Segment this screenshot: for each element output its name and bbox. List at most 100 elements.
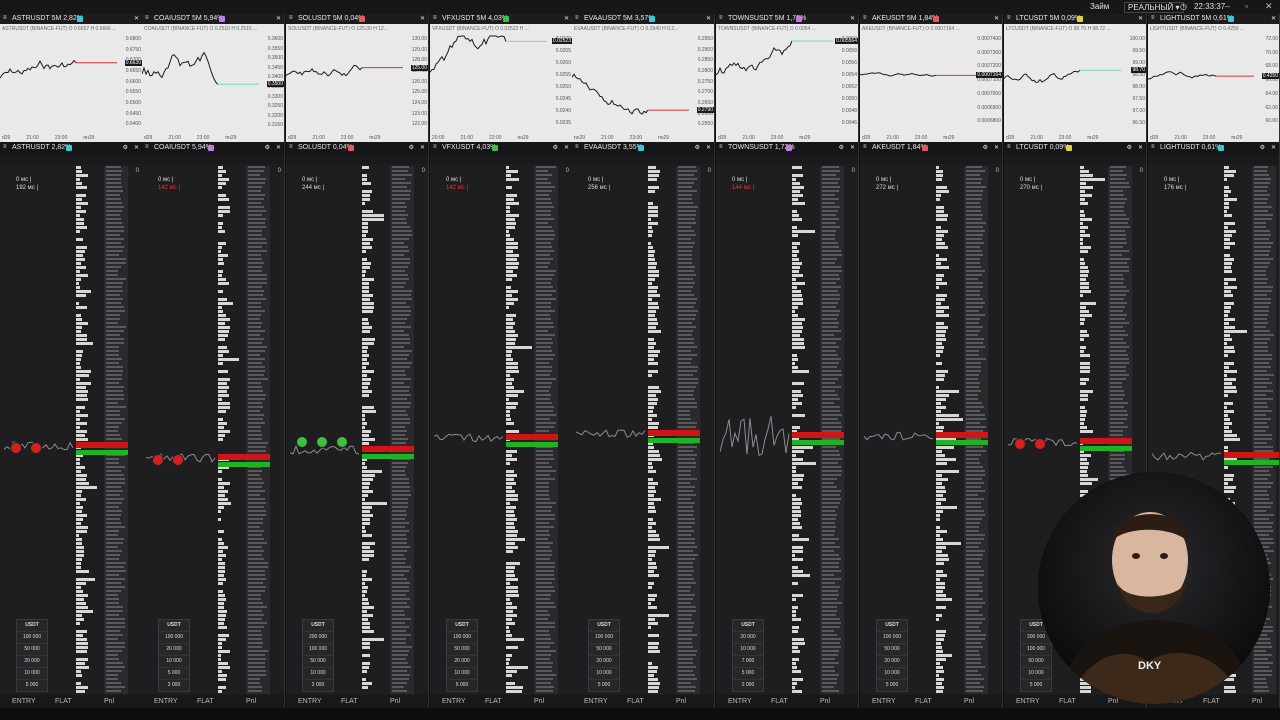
order-size-option[interactable]: 10 000 bbox=[733, 643, 763, 655]
order-book-panel[interactable]: ≡ COAIUSDT 5,94% ⚙ ✕ 0 мс | 142 мс | 0 US… bbox=[142, 142, 285, 708]
panel-menu-icon[interactable]: ≡ bbox=[1007, 144, 1011, 150]
order-size-option[interactable]: 10 000 bbox=[447, 667, 477, 679]
order-size-option[interactable]: 200 000 bbox=[303, 631, 333, 643]
order-size-option[interactable]: 10 000 bbox=[877, 667, 907, 679]
chart-close-icon[interactable]: ✕ bbox=[994, 15, 999, 22]
entry-button[interactable]: ENTRY bbox=[1016, 698, 1040, 705]
panel-close-icon[interactable]: ✕ bbox=[420, 144, 425, 151]
order-book-toolbar[interactable] bbox=[1004, 154, 1146, 164]
price-ladder[interactable] bbox=[534, 166, 558, 694]
order-size-option[interactable]: 2 000 bbox=[303, 679, 333, 691]
order-size-option[interactable]: 50 000 bbox=[17, 643, 47, 655]
price-chart[interactable]: ≡ EVAAUSDT 5M 3,57% ✕ EVAAUSDT (BINANCE-… bbox=[572, 14, 715, 142]
panel-menu-icon[interactable]: ≡ bbox=[289, 144, 293, 150]
order-size-option[interactable]: 100 000 bbox=[877, 631, 907, 643]
price-ladder[interactable] bbox=[104, 166, 128, 694]
chart-close-icon[interactable]: ✕ bbox=[420, 15, 425, 22]
chart-menu-icon[interactable]: ≡ bbox=[1151, 15, 1155, 21]
chart-menu-icon[interactable]: ≡ bbox=[575, 15, 579, 21]
order-size-option[interactable]: 50 000 bbox=[303, 655, 333, 667]
panel-menu-icon[interactable]: ≡ bbox=[719, 144, 723, 150]
order-size-option[interactable]: 2 000 bbox=[159, 679, 189, 691]
order-size-option[interactable]: 5 000 bbox=[17, 679, 47, 691]
flat-button[interactable]: FLAT bbox=[485, 698, 502, 705]
order-size-option[interactable]: 20 000 bbox=[159, 643, 189, 655]
order-size-option[interactable]: 100 000 bbox=[447, 631, 477, 643]
settings-icon[interactable]: ⚙ bbox=[839, 144, 844, 151]
panel-close-icon[interactable]: ✕ bbox=[994, 144, 999, 151]
order-size-option[interactable]: 2 000 bbox=[733, 679, 763, 691]
order-size-option[interactable]: 100 000 bbox=[1021, 643, 1051, 655]
chart-close-icon[interactable]: ✕ bbox=[1271, 15, 1276, 22]
flat-button[interactable]: FLAT bbox=[771, 698, 788, 705]
order-book-panel[interactable]: ≡ TOWNSUSDT 1,72% ⚙ ✕ 0 мс | 144 мс | 0U… bbox=[716, 142, 859, 708]
chart-close-icon[interactable]: ✕ bbox=[276, 15, 281, 22]
chart-close-icon[interactable]: ✕ bbox=[1138, 15, 1143, 22]
order-size-option[interactable]: 10 000 bbox=[589, 667, 619, 679]
price-ladder[interactable] bbox=[820, 166, 844, 694]
order-book-panel[interactable]: ≡ ASTRUSDT 2,82% ⚙ ✕ 0 мс | 192 мс | 0 US… bbox=[0, 142, 143, 708]
chart-menu-icon[interactable]: ≡ bbox=[1007, 15, 1011, 21]
panel-close-icon[interactable]: ✕ bbox=[1271, 144, 1276, 151]
order-size-option[interactable]: 20 000 bbox=[877, 655, 907, 667]
panel-menu-icon[interactable]: ≡ bbox=[1151, 144, 1155, 150]
entry-button[interactable]: ENTRY bbox=[728, 698, 752, 705]
chart-menu-icon[interactable]: ≡ bbox=[289, 15, 293, 21]
order-book-toolbar[interactable] bbox=[0, 154, 142, 164]
flat-button[interactable]: FLAT bbox=[55, 698, 72, 705]
settings-icon[interactable]: ⚙ bbox=[1127, 144, 1132, 151]
chart-close-icon[interactable]: ✕ bbox=[564, 15, 569, 22]
chart-menu-icon[interactable]: ≡ bbox=[863, 15, 867, 21]
price-chart[interactable]: ≡ TOWNSUSDT 5M 1,72% ✕ TOWNSUSDT (BINANC… bbox=[716, 14, 859, 142]
settings-icon[interactable]: ⚙ bbox=[553, 144, 558, 151]
order-size-option[interactable]: 50 000 bbox=[589, 643, 619, 655]
panel-close-icon[interactable]: ✕ bbox=[706, 144, 711, 151]
order-size-option[interactable]: 20 000 bbox=[17, 655, 47, 667]
mode-select[interactable]: РЕАЛЬНЫЙ ▾ bbox=[1124, 2, 1184, 13]
panel-menu-icon[interactable]: ≡ bbox=[145, 144, 149, 150]
order-size-option[interactable]: 5 000 bbox=[1021, 679, 1051, 691]
entry-button[interactable]: ENTRY bbox=[154, 698, 178, 705]
order-size-option[interactable]: 5 000 bbox=[447, 679, 477, 691]
panel-menu-icon[interactable]: ≡ bbox=[433, 144, 437, 150]
flat-button[interactable]: FLAT bbox=[915, 698, 932, 705]
price-chart[interactable]: ≡ COAIUSDT 5M 5,94% ✕ COAIUSDT (BINANCE-… bbox=[142, 14, 285, 142]
maximize-icon[interactable]: ▫ bbox=[1245, 1, 1248, 11]
panel-close-icon[interactable]: ✕ bbox=[276, 144, 281, 151]
settings-icon[interactable]: ⚙ bbox=[1260, 144, 1265, 151]
order-size-option[interactable]: 100 000 bbox=[159, 631, 189, 643]
price-ladder[interactable] bbox=[964, 166, 988, 694]
order-size-option[interactable]: 50 000 bbox=[877, 643, 907, 655]
order-book-panel[interactable]: ≡ SOLUSDT 0,04% ⚙ ✕ 0 мс | 244 мс | 0 USD… bbox=[286, 142, 429, 708]
order-book-toolbar[interactable] bbox=[142, 154, 284, 164]
order-size-option[interactable]: 7 000 bbox=[733, 655, 763, 667]
flat-button[interactable]: FLAT bbox=[627, 698, 644, 705]
chart-menu-icon[interactable]: ≡ bbox=[3, 15, 7, 21]
close-icon[interactable]: ✕ bbox=[1265, 1, 1273, 12]
order-size-option[interactable]: 20 000 bbox=[733, 631, 763, 643]
order-size-option[interactable]: 5 000 bbox=[589, 679, 619, 691]
chart-menu-icon[interactable]: ≡ bbox=[719, 15, 723, 21]
price-ladder[interactable] bbox=[246, 166, 270, 694]
settings-icon[interactable]: ⚙ bbox=[695, 144, 700, 151]
order-book-panel[interactable]: ≡ AKEUSDT 1,84% ⚙ ✕ 0 мс | 272 мс | 0 USD… bbox=[860, 142, 1003, 708]
entry-button[interactable]: ENTRY bbox=[872, 698, 896, 705]
order-size-option[interactable]: 10 000 bbox=[17, 667, 47, 679]
price-chart[interactable]: ≡ AKEUSDT 5M 1,84% ✕ AKEUSDT (BINANCE-FU… bbox=[860, 14, 1003, 142]
chart-close-icon[interactable]: ✕ bbox=[850, 15, 855, 22]
order-size-option[interactable]: 100 000 bbox=[17, 631, 47, 643]
order-size-option[interactable]: 50 000 bbox=[447, 643, 477, 655]
order-book-toolbar[interactable] bbox=[286, 154, 428, 164]
panel-menu-icon[interactable]: ≡ bbox=[863, 144, 867, 150]
order-book-toolbar[interactable] bbox=[1148, 154, 1279, 164]
order-size-option[interactable]: 100 000 bbox=[589, 631, 619, 643]
entry-button[interactable]: ENTRY bbox=[442, 698, 466, 705]
flat-button[interactable]: FLAT bbox=[197, 698, 214, 705]
order-size-option[interactable]: 5 000 bbox=[733, 667, 763, 679]
order-book-toolbar[interactable] bbox=[716, 154, 858, 164]
chart-close-icon[interactable]: ✕ bbox=[706, 15, 711, 22]
order-book-panel[interactable]: ≡ VFXUSDT 4,03% ⚙ ✕ 0 мс | 142 мс | 0 USD… bbox=[430, 142, 573, 708]
settings-icon[interactable]: ⚙ bbox=[123, 144, 128, 151]
order-size-option[interactable]: 20 000 bbox=[447, 655, 477, 667]
order-book-toolbar[interactable] bbox=[860, 154, 1002, 164]
